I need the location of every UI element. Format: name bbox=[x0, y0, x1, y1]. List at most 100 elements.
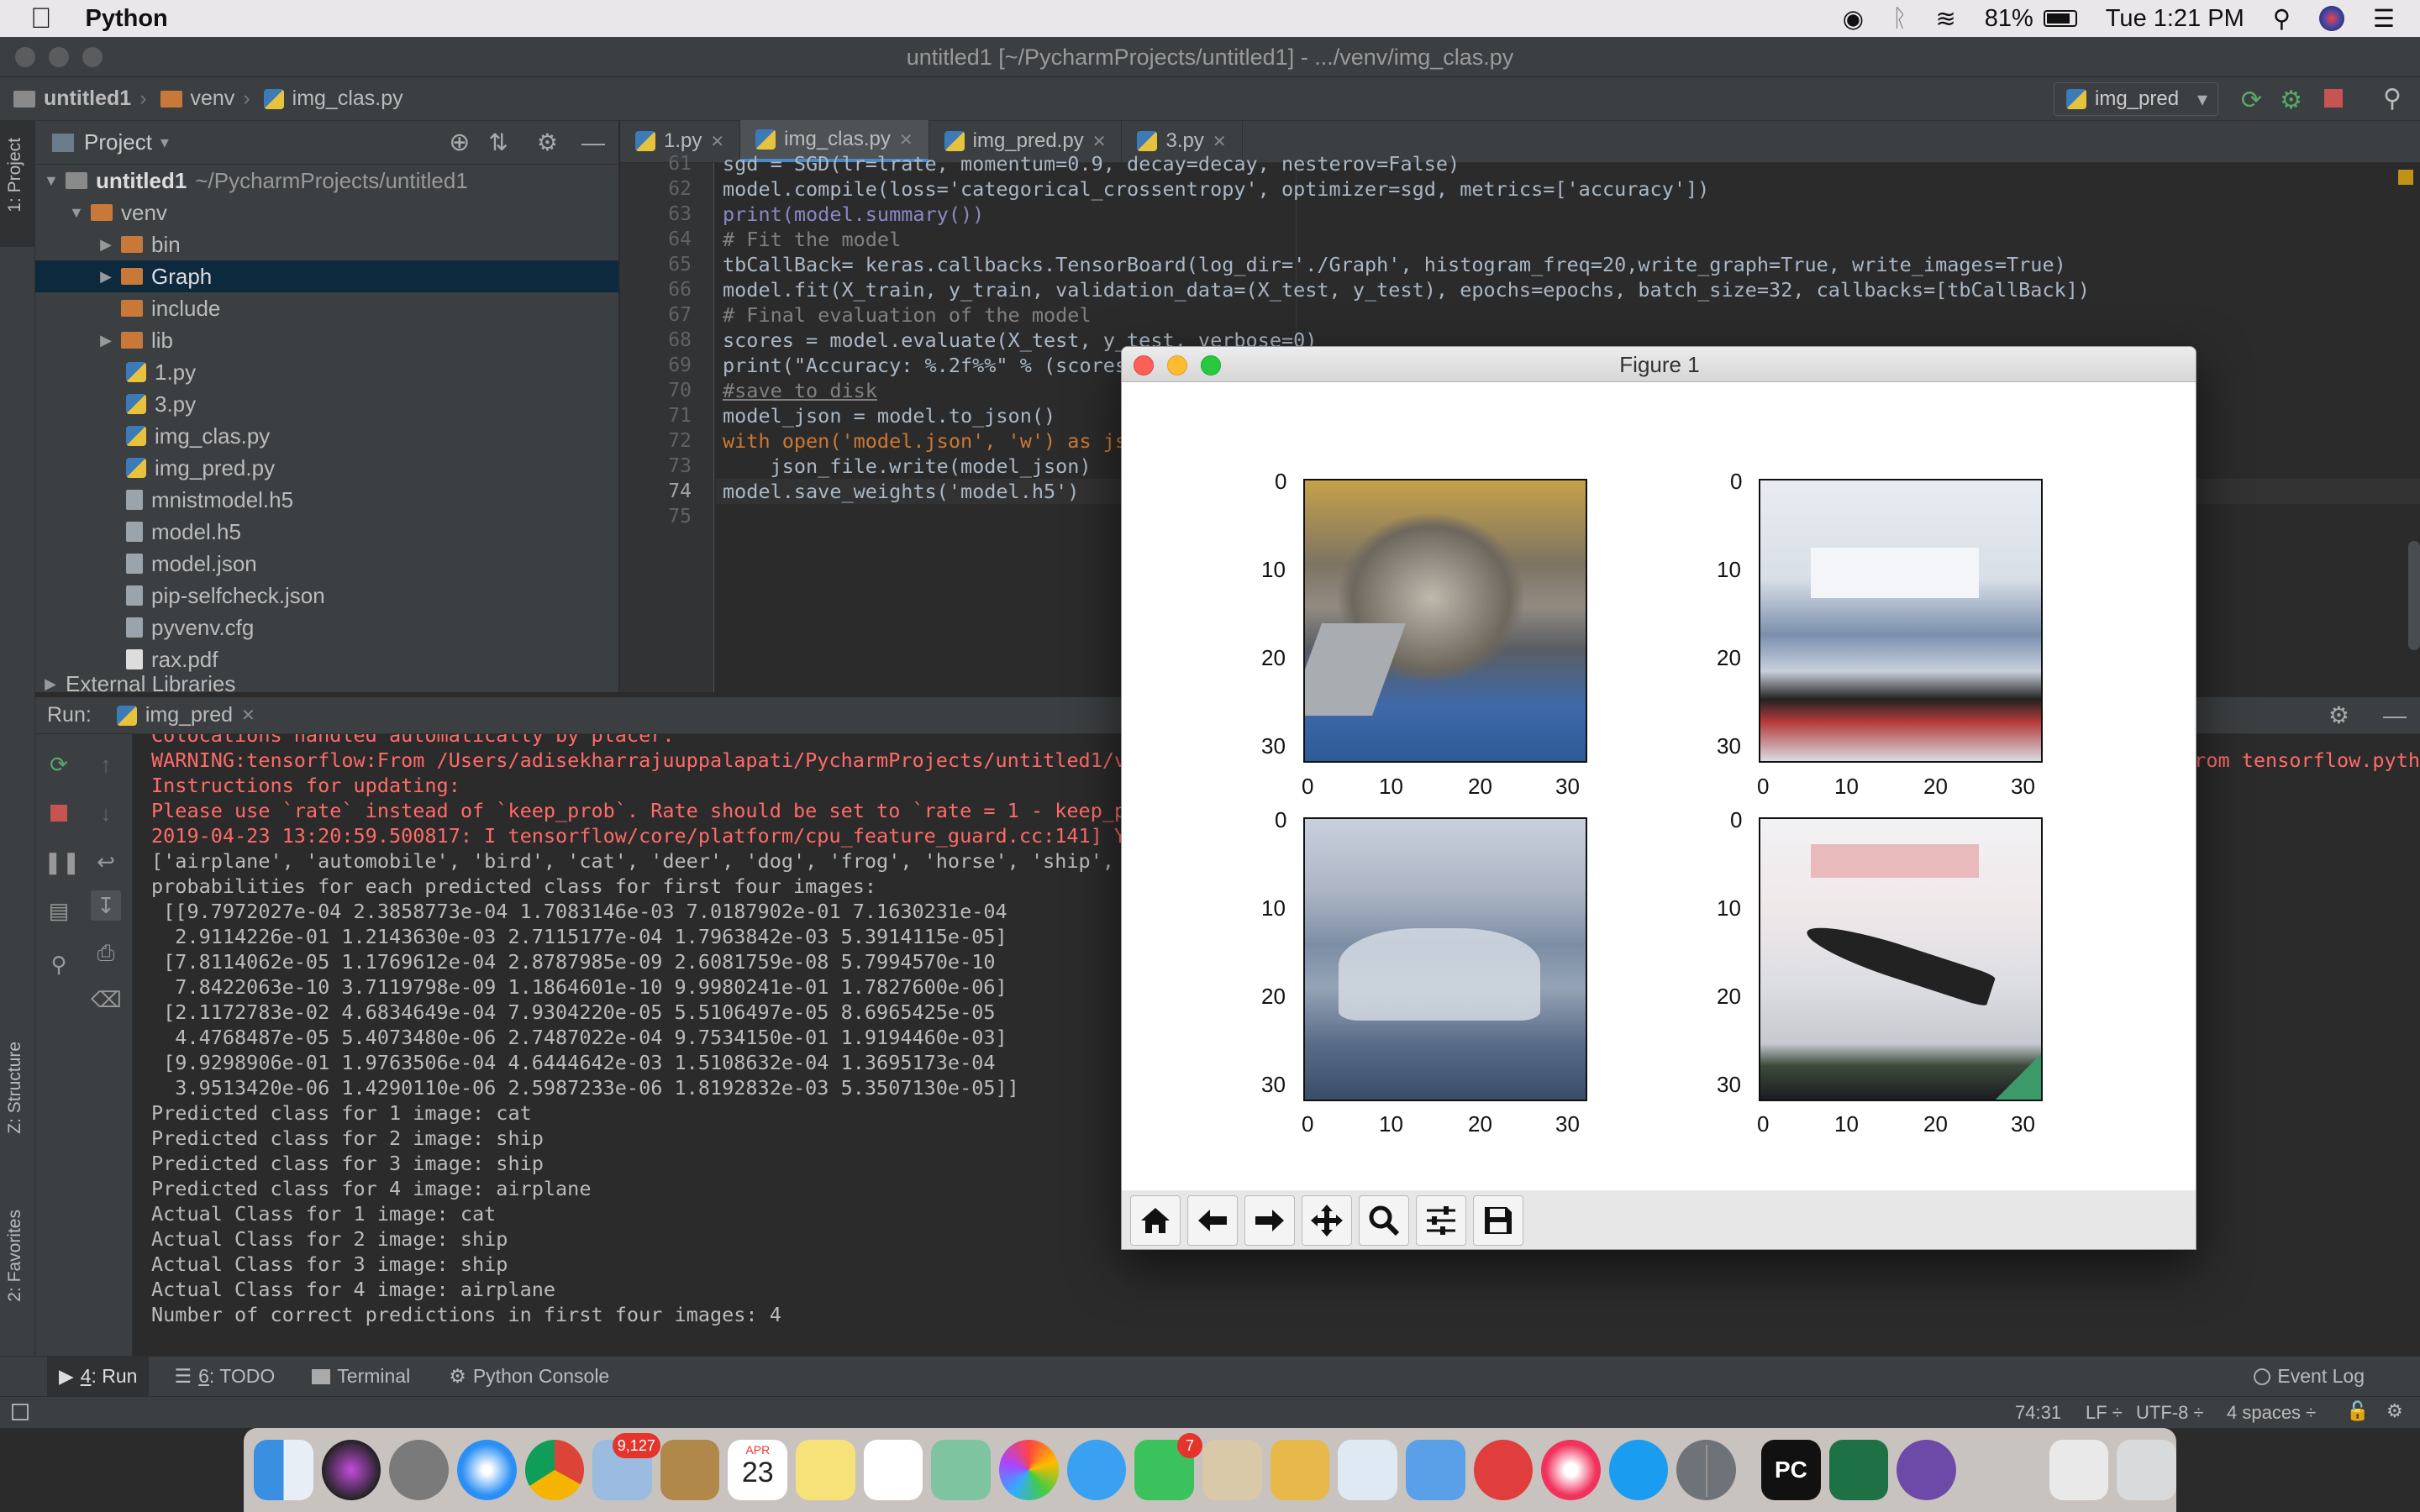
keynote-icon[interactable] bbox=[1405, 1440, 1465, 1500]
zoom-button[interactable] bbox=[1359, 1195, 1409, 1246]
calendar-icon[interactable]: APR 23 bbox=[728, 1440, 788, 1500]
clock[interactable]: Tue 1:21 PM bbox=[2106, 5, 2244, 33]
photos-icon[interactable] bbox=[999, 1440, 1059, 1500]
apple-menu-icon[interactable]:  bbox=[30, 3, 52, 35]
run-configuration-select[interactable]: img_pred ▾ bbox=[2054, 82, 2218, 116]
python-console-tool-tab[interactable]: ⚙ Python Console bbox=[449, 1365, 609, 1388]
app-menu-name[interactable]: Python bbox=[86, 5, 168, 33]
arrow-up-icon[interactable]: ↑ bbox=[91, 749, 121, 780]
breadcrumb-venv[interactable]: venv bbox=[160, 87, 234, 111]
screen-record-icon[interactable]: ◉ bbox=[1843, 4, 1864, 34]
indent-setting[interactable]: 4 spaces ÷ bbox=[2227, 1402, 2316, 1424]
pycharm-icon[interactable]: PC bbox=[1761, 1440, 1821, 1500]
battery-percent[interactable]: 81% bbox=[1985, 5, 2033, 33]
facetime-icon[interactable]: 7 bbox=[1134, 1433, 1202, 1500]
bluetooth-icon[interactable]: ᚱ bbox=[1892, 5, 1907, 33]
close-window-button[interactable] bbox=[15, 47, 35, 67]
close-tab-icon[interactable]: ✕ bbox=[710, 131, 724, 152]
reminders-icon[interactable] bbox=[863, 1440, 923, 1500]
siri-icon[interactable] bbox=[321, 1440, 381, 1500]
battery-icon[interactable] bbox=[2043, 10, 2077, 27]
run-tool-tab[interactable]: ▶ 4: Run bbox=[47, 1356, 150, 1397]
collapse-all-icon[interactable]: ⇅ bbox=[488, 129, 508, 156]
toggle-tool-windows-icon[interactable] bbox=[12, 1404, 29, 1420]
tree-item-lib[interactable]: ▶ lib bbox=[35, 324, 618, 356]
tree-item-file[interactable]: 1.py bbox=[35, 356, 618, 388]
todo-tool-tab[interactable]: ☰ 6: TODO bbox=[174, 1365, 275, 1388]
rerun-icon[interactable]: ⟳ bbox=[44, 749, 74, 780]
run-tab-img-pred[interactable]: img_pred ✕ bbox=[116, 703, 255, 727]
python-launcher-icon[interactable] bbox=[1965, 1440, 2024, 1500]
figure-zoom-button[interactable] bbox=[1201, 355, 1221, 375]
event-log-tab[interactable]: Event Log bbox=[2254, 1365, 2365, 1388]
hide-panel-icon[interactable]: — bbox=[581, 129, 605, 156]
siri-icon[interactable] bbox=[2319, 6, 2344, 31]
forward-button[interactable] bbox=[1244, 1195, 1295, 1246]
chevron-right-icon[interactable]: ▶ bbox=[99, 236, 113, 254]
figure-close-button[interactable] bbox=[1134, 355, 1154, 375]
tree-item-external-libraries[interactable]: ▶ External Libraries bbox=[35, 675, 618, 692]
tree-item-bin[interactable]: ▶ bin bbox=[35, 228, 618, 260]
save-figure-button[interactable] bbox=[1473, 1195, 1523, 1246]
trash-icon[interactable]: ⌫ bbox=[91, 984, 122, 1015]
hide-panel-icon[interactable]: — bbox=[2383, 702, 2407, 729]
documents-folder-icon[interactable] bbox=[2049, 1440, 2109, 1500]
blocked-app-icon[interactable] bbox=[1473, 1440, 1534, 1500]
arrow-down-icon[interactable]: ↓ bbox=[91, 798, 121, 828]
inspector-icon[interactable]: ⚙ bbox=[2386, 1400, 2403, 1422]
stop-icon[interactable] bbox=[2324, 89, 2343, 108]
inspection-warning-icon[interactable] bbox=[2398, 170, 2413, 185]
safari-compass-icon[interactable] bbox=[456, 1440, 517, 1500]
contacts-icon[interactable] bbox=[660, 1440, 720, 1500]
maps-icon[interactable] bbox=[931, 1440, 992, 1500]
tree-item-file[interactable]: model.h5 bbox=[35, 516, 618, 548]
tree-item-file[interactable]: mnistmodel.h5 bbox=[35, 484, 618, 516]
tree-item-venv[interactable]: ▼ venv bbox=[35, 197, 618, 228]
tree-item-file[interactable]: pyvenv.cfg bbox=[35, 612, 618, 643]
numbers-chart-icon[interactable] bbox=[1338, 1440, 1397, 1500]
chevron-right-icon[interactable]: ▶ bbox=[99, 268, 113, 286]
zoom-window-button[interactable] bbox=[82, 47, 103, 67]
excel-icon[interactable] bbox=[1828, 1440, 1889, 1500]
tree-item-file[interactable]: img_pred.py bbox=[35, 452, 618, 484]
tree-item-file[interactable]: model.json bbox=[35, 548, 618, 580]
figure-minimize-button[interactable] bbox=[1167, 355, 1187, 375]
mail-stamp-icon[interactable]: 9,127 bbox=[592, 1433, 660, 1500]
figure-window[interactable]: Figure 1 0 10 20 30 0 10 20 30 0 10 20 3… bbox=[1121, 346, 2196, 1250]
spotlight-icon[interactable]: ⚲ bbox=[2273, 4, 2291, 34]
chevron-down-icon[interactable]: ▾ bbox=[160, 132, 169, 153]
scroll-to-end-icon[interactable]: ↧ bbox=[91, 890, 121, 921]
favorites-tool-tab[interactable]: 2: Favorites bbox=[5, 1210, 25, 1302]
chevron-right-icon[interactable]: ▶ bbox=[99, 332, 113, 349]
close-tab-icon[interactable]: ✕ bbox=[899, 129, 913, 150]
pause-icon[interactable]: ❚❚ bbox=[44, 847, 81, 877]
structure-tool-tab[interactable]: Z: Structure bbox=[5, 1042, 25, 1134]
trash-icon[interactable] bbox=[2117, 1440, 2176, 1500]
chevron-right-icon[interactable]: ▶ bbox=[44, 675, 57, 692]
chevron-down-icon[interactable]: ▼ bbox=[69, 204, 84, 222]
itunes-music-icon[interactable] bbox=[1541, 1440, 1601, 1500]
configure-subplots-button[interactable] bbox=[1416, 1195, 1466, 1246]
tree-root[interactable]: ▼ untitled1 ~/PycharmProjects/untitled1 bbox=[35, 165, 618, 197]
chevron-down-icon[interactable]: ▼ bbox=[44, 172, 59, 190]
line-separator[interactable]: LF ÷ bbox=[2086, 1402, 2123, 1424]
terminal-tool-tab[interactable]: Terminal bbox=[312, 1365, 410, 1388]
settings-gear-icon[interactable]: ⚙ bbox=[537, 129, 558, 156]
minimize-window-button[interactable] bbox=[49, 47, 69, 67]
app-store-icon[interactable] bbox=[1608, 1440, 1669, 1500]
github-desktop-icon[interactable] bbox=[1897, 1440, 1957, 1500]
project-tool-tab[interactable]: 1: Project bbox=[5, 138, 25, 213]
debug-bug-icon[interactable]: ⚙ bbox=[2280, 86, 2302, 115]
wifi-icon[interactable]: ≋ bbox=[1935, 4, 1955, 34]
caret-position[interactable]: 74:31 bbox=[2015, 1402, 2061, 1424]
close-tab-icon[interactable]: ✕ bbox=[1213, 131, 1227, 152]
pin-icon[interactable]: ⚲ bbox=[44, 949, 74, 979]
tree-item-file[interactable]: img_clas.py bbox=[35, 420, 618, 452]
notification-center-icon[interactable]: ☰ bbox=[2373, 4, 2395, 34]
breadcrumb-file[interactable]: img_clas.py bbox=[263, 87, 403, 111]
editor-scrollbar[interactable] bbox=[2408, 541, 2420, 650]
lock-icon[interactable]: 🔓 bbox=[2346, 1400, 2369, 1422]
tree-item-graph[interactable]: ▶ Graph bbox=[35, 260, 618, 292]
tree-item-file[interactable]: pip-selfcheck.json bbox=[35, 580, 618, 612]
stop-icon[interactable] bbox=[44, 798, 74, 828]
